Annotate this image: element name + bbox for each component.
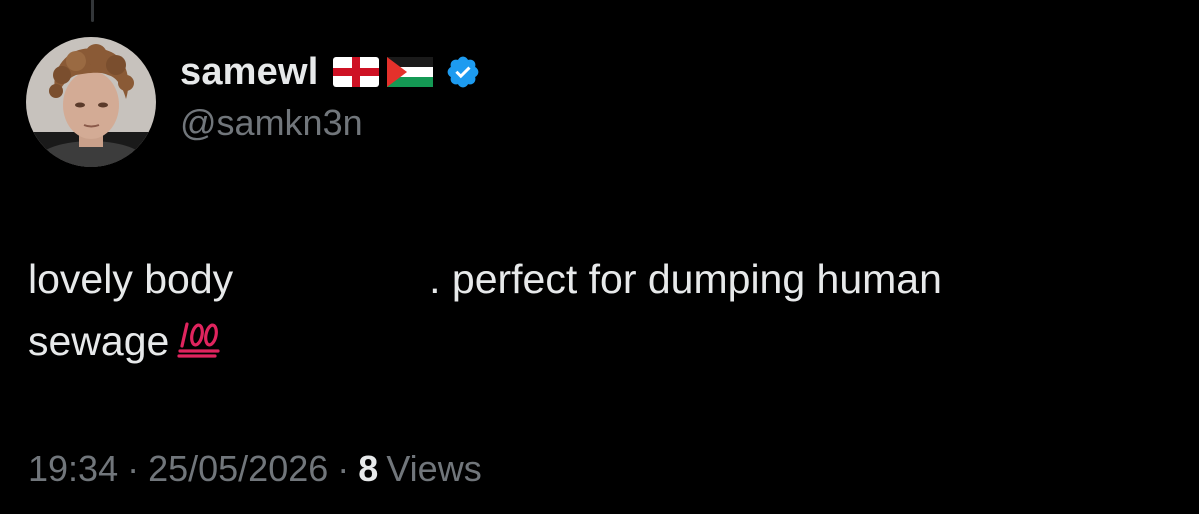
- tweet-text-part: . perfect for dumping human: [429, 256, 942, 302]
- avatar[interactable]: [26, 37, 156, 167]
- tweet-body: lovely body . perfect for dumping human s…: [28, 248, 1168, 376]
- meta-separator: ·: [127, 448, 140, 489]
- author-name-row: samewl: [180, 48, 481, 96]
- avatar-image: [26, 37, 156, 167]
- tweet-metadata: 19:34 · 25/05/2026 · 8 Views: [28, 448, 482, 490]
- views-count: 8: [358, 448, 379, 489]
- hundred-points-emoji: [177, 314, 223, 376]
- views-label: Views: [386, 448, 482, 489]
- tweet-text-part: sewage: [28, 318, 170, 364]
- tweet-text-part: lovely body: [28, 256, 234, 302]
- meta-separator: ·: [337, 448, 350, 489]
- verified-badge-icon[interactable]: [445, 54, 481, 90]
- display-name[interactable]: samewl: [180, 51, 319, 94]
- tweet: samewl @samkn3n lovely body . perfect fo…: [0, 0, 1199, 514]
- tweet-date[interactable]: 25/05/2026: [148, 448, 328, 490]
- tweet-time[interactable]: 19:34: [28, 448, 118, 490]
- england-flag-icon: [332, 57, 379, 87]
- author-handle[interactable]: @samkn3n: [180, 102, 481, 144]
- author-block: samewl @samkn3n: [180, 48, 481, 144]
- palestine-flag-icon: [386, 57, 433, 87]
